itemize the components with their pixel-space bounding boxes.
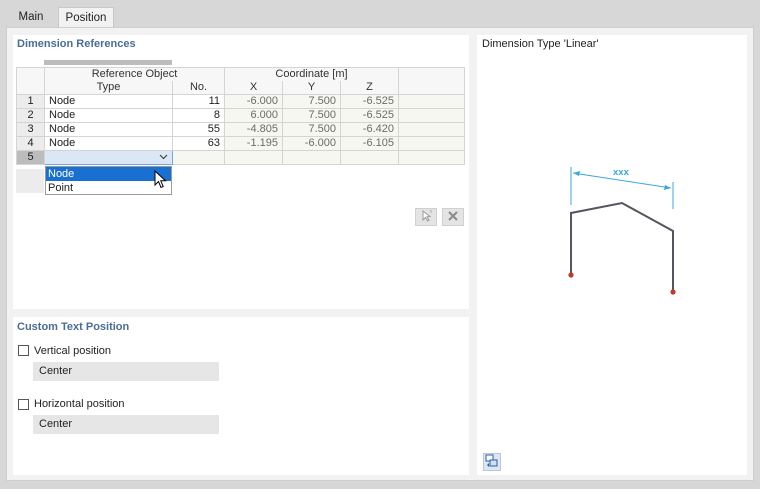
cell-y: 7.500 [282,94,341,109]
cell-z [340,150,399,165]
cell-y: 7.500 [282,122,341,137]
table-row[interactable]: 5 [16,150,465,167]
cell-type[interactable]: Node [44,122,173,137]
custom-text-position-title: Custom Text Position [17,321,130,333]
horizontal-position-checkbox[interactable] [18,399,29,410]
cell-y [282,150,341,165]
cell-extra [398,122,465,137]
cell-extra [398,150,465,165]
tab-bar [0,0,760,27]
vertical-position-label: Vertical position [34,345,112,357]
cell-type[interactable]: Node [44,108,173,123]
header-x: X [224,81,283,95]
cell-y: 7.500 [282,108,341,123]
row-number: 2 [16,108,45,123]
row-number: 4 [16,136,45,151]
cell-y: -6.000 [282,136,341,151]
view-settings-button[interactable] [483,453,501,471]
dropdown-option-point[interactable]: Point [46,181,171,195]
cell-extra [398,94,465,109]
dimension-arrow-right [664,185,671,190]
column-highlight-bar [44,60,172,65]
row-number: 5 [16,150,45,165]
references-table: Reference Object Coordinate [m] Type No.… [16,67,465,165]
dropdown-option-node[interactable]: Node [46,167,171,181]
view-settings-icon [485,454,499,471]
header-coordinate: Coordinate [m] [224,67,399,81]
cell-z: -6.525 [340,108,399,123]
header-reference-object: Reference Object [44,67,225,81]
tab-position[interactable]: Position [58,7,114,28]
header-z: Z [340,81,399,95]
cell-extra [398,136,465,151]
chevron-down-icon[interactable] [159,151,168,167]
support-right [670,289,676,295]
row-number: 3 [16,122,45,137]
table-row[interactable]: 3 Node 55 -4.805 7.500 -6.420 [16,122,465,137]
header-extra [398,67,465,95]
cell-no[interactable]: 63 [172,136,225,151]
cell-z: -6.525 [340,94,399,109]
pick-button[interactable] [415,208,437,226]
cell-no[interactable]: 11 [172,94,225,109]
table-row[interactable]: 1 Node 11 -6.000 7.500 -6.525 [16,94,465,109]
table-row[interactable]: 4 Node 63 -1.195 -6.000 -6.105 [16,136,465,151]
cell-z: -6.420 [340,122,399,137]
horizontal-position-select[interactable]: Center [33,415,219,434]
support-left [568,272,574,278]
dimension-text: xxx [613,167,629,178]
cell-z: -6.105 [340,136,399,151]
delete-button[interactable] [442,208,464,226]
header-no: No. [172,81,225,95]
header-y: Y [282,81,341,95]
vertical-position-select[interactable]: Center [33,362,219,381]
cell-no[interactable]: 55 [172,122,225,137]
table-row[interactable]: 2 Node 8 6.000 7.500 -6.525 [16,108,465,123]
cell-type[interactable]: Node [44,136,173,151]
dimension-references-title: Dimension References [17,38,136,50]
cell-x: -6.000 [224,94,283,109]
type-dropdown[interactable] [44,150,173,167]
preview-drawing [568,167,676,295]
row-number: 1 [16,94,45,109]
mouse-cursor-icon [154,169,168,193]
preview-panel: Dimension Type 'Linear' xxx [477,35,747,475]
cell-x: -4.805 [224,122,283,137]
cell-x: 6.000 [224,108,283,123]
vertical-position-checkbox[interactable] [18,345,29,356]
cell-x [224,150,283,165]
row-header-filler [16,169,44,193]
cell-extra [398,108,465,123]
header-type: Type [44,81,173,95]
cell-no[interactable]: 8 [172,108,225,123]
tab-main[interactable]: Main [6,7,56,27]
table-corner [16,67,45,95]
type-dropdown-list[interactable]: Node Point [45,166,172,195]
cell-no[interactable] [172,150,225,165]
delete-x-icon [447,210,459,225]
pick-cursor-icon [419,209,433,226]
cell-x: -1.195 [224,136,283,151]
custom-text-position-panel: Custom Text Position Vertical position C… [13,317,469,475]
cell-type[interactable]: Node [44,94,173,109]
dimension-arrow-left [573,171,580,176]
frame-structure [570,201,674,292]
horizontal-position-label: Horizontal position [34,398,125,410]
